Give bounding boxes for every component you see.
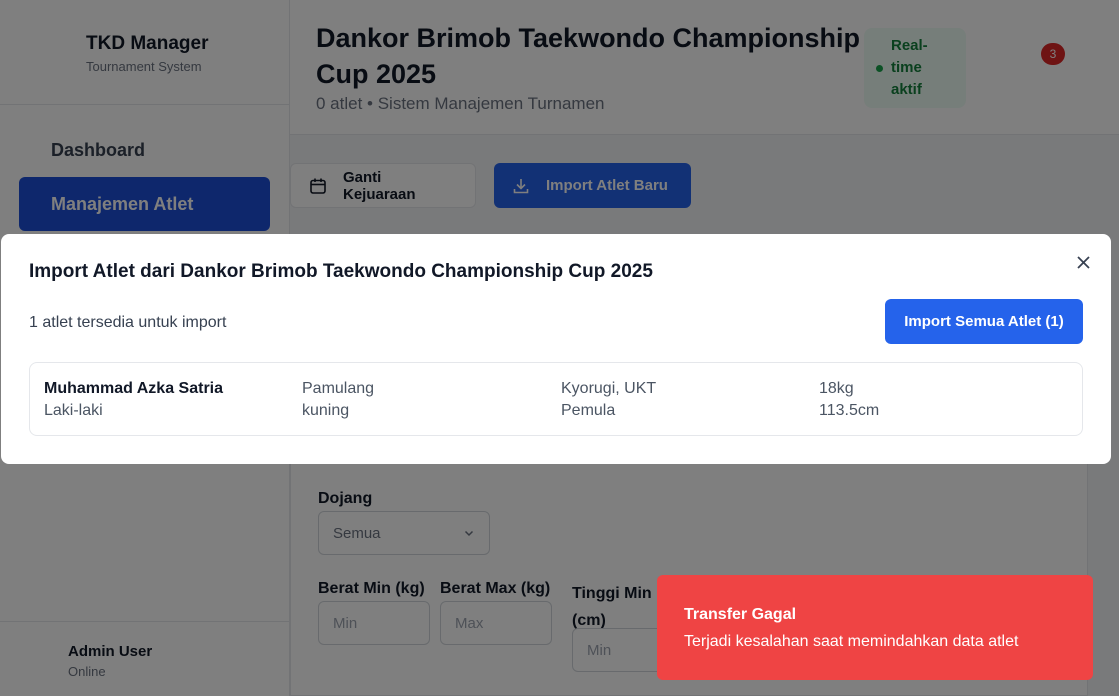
toast-message: Terjadi kesalahan saat memindahkan data …	[684, 633, 1019, 650]
athlete-height: 113.5cm	[819, 402, 880, 419]
available-athletes-text: 1 atlet tersedia untuk import	[29, 314, 227, 331]
import-all-button[interactable]: Import Semua Atlet (1)	[885, 299, 1083, 344]
athlete-dojang-info: Pamulang kuning	[302, 378, 374, 422]
athlete-level: Pemula	[561, 402, 616, 419]
athlete-body-info: 18kg 113.5cm	[819, 378, 879, 422]
athlete-identity: Muhammad Azka Satria Laki-laki	[44, 378, 223, 422]
error-toast[interactable]: Transfer Gagal Terjadi kesalahan saat me…	[657, 575, 1093, 680]
athlete-category-info: Kyorugi, UKT Pemula	[561, 378, 656, 422]
athlete-name: Muhammad Azka Satria	[44, 380, 224, 397]
import-athlete-modal: Import Atlet dari Dankor Brimob Taekwond…	[1, 234, 1111, 464]
athlete-gender: Laki-laki	[44, 402, 103, 419]
athlete-category: Kyorugi, UKT	[561, 380, 657, 397]
athlete-belt: kuning	[302, 402, 350, 419]
athlete-list-item[interactable]: Muhammad Azka Satria Laki-laki Pamulang …	[29, 362, 1083, 436]
toast-title: Transfer Gagal	[684, 606, 797, 623]
modal-title: Import Atlet dari Dankor Brimob Taekwond…	[29, 261, 653, 282]
close-icon	[1076, 255, 1090, 269]
athlete-weight: 18kg	[819, 380, 854, 397]
athlete-dojang: Pamulang	[302, 380, 375, 397]
close-button[interactable]	[1074, 253, 1092, 271]
